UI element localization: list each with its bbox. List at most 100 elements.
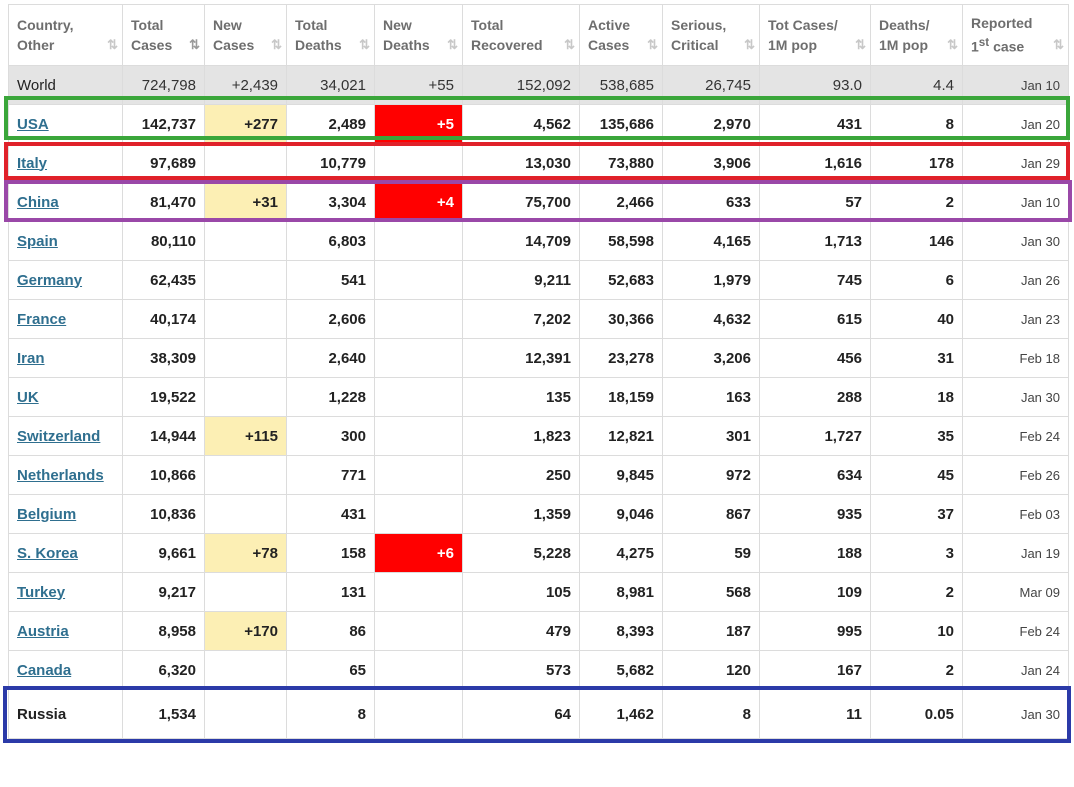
tot-cases-per-1m-cell: 288 [759,377,871,417]
country-link[interactable]: Turkey [17,584,65,601]
active-cases-cell: 58,598 [579,221,663,261]
header-new-deaths[interactable]: New Deaths ⇅ [374,4,463,66]
sort-icon[interactable]: ⇅ [447,35,458,55]
sort-desc-icon[interactable]: ⇅ [189,35,200,55]
sort-icon[interactable]: ⇅ [271,35,282,55]
country-link[interactable]: Spain [17,233,58,250]
active-cases-cell: 9,845 [579,455,663,495]
sort-icon[interactable]: ⇅ [647,35,658,55]
header-country[interactable]: Country, Other ⇅ [8,4,123,66]
reported-first-case-cell: Jan 26 [962,260,1069,300]
highlight-box-russia [3,686,1071,743]
country-link[interactable]: France [17,311,66,328]
deaths-per-1m-cell: 40 [870,299,963,339]
country-cell: Switzerland [8,416,123,456]
total-recovered-cell: 12,391 [462,338,580,378]
country-link[interactable]: Iran [17,350,45,367]
tot-cases-per-1m-cell: 1,713 [759,221,871,261]
total-recovered-cell: 14,709 [462,221,580,261]
serious-critical-cell: 301 [662,416,760,456]
total-cases-cell: 14,944 [122,416,205,456]
new-cases-cell [204,455,287,495]
table-row-switzerland: Switzerland 14,944 +115 300 1,823 12,821 301 1,… [8,416,1069,456]
header-deaths-per-1m[interactable]: Deaths/ 1M pop ⇅ [870,4,963,66]
total-deaths-cell: 300 [286,416,375,456]
new-deaths-cell [374,494,463,534]
country-link[interactable]: Netherlands [17,467,104,484]
reported-first-case-cell: Jan 30 [962,221,1069,261]
new-deaths-cell [374,260,463,300]
tot-cases-per-1m-cell: 1,727 [759,416,871,456]
total-cases-cell: 19,522 [122,377,205,417]
sort-icon[interactable]: ⇅ [855,35,866,55]
header-new-cases[interactable]: New Cases ⇅ [204,4,287,66]
tot-cases-per-1m-cell: 456 [759,338,871,378]
total-deaths-cell: 2,606 [286,299,375,339]
sort-icon[interactable]: ⇅ [107,35,118,55]
active-cases-cell: 12,821 [579,416,663,456]
table-row-canada: Canada 6,320 65 573 5,682 120 167 2 Jan 24 [8,650,1069,690]
highlight-box-italy [4,142,1070,180]
header-active-cases[interactable]: Active Cases ⇅ [579,4,663,66]
serious-critical-cell: 59 [662,533,760,573]
sort-icon[interactable]: ⇅ [744,35,755,55]
new-cases-cell [204,260,287,300]
highlight-box-china [4,180,1072,222]
header-total-deaths[interactable]: Total Deaths ⇅ [286,4,375,66]
reported-first-case-cell: Feb 03 [962,494,1069,534]
country-link[interactable]: S. Korea [17,545,78,562]
header-reported-first-case[interactable]: Reported 1st case ⇅ [962,4,1069,66]
header-row: Country, Other ⇅ Total Cases ⇅ New Cases… [8,4,1069,66]
total-cases-cell: 8,958 [122,611,205,651]
new-cases-cell [204,221,287,261]
active-cases-cell: 8,981 [579,572,663,612]
new-cases-cell [204,650,287,690]
new-cases-cell: +170 [204,611,287,651]
total-cases-cell: 9,217 [122,572,205,612]
sort-icon[interactable]: ⇅ [359,35,370,55]
deaths-per-1m-cell: 6 [870,260,963,300]
reported-first-case-cell: Feb 26 [962,455,1069,495]
header-total-recovered[interactable]: Total Recovered ⇅ [462,4,580,66]
table-row-germany: Germany 62,435 541 9,211 52,683 1,979 745 6 Jan … [8,260,1069,300]
country-link[interactable]: Germany [17,272,82,289]
country-link[interactable]: Switzerland [17,428,100,445]
country-cell: Netherlands [8,455,123,495]
total-cases-cell: 80,110 [122,221,205,261]
serious-critical-cell: 867 [662,494,760,534]
new-cases-cell: +115 [204,416,287,456]
total-deaths-cell: 131 [286,572,375,612]
new-deaths-cell [374,416,463,456]
country-link[interactable]: Canada [17,662,71,679]
country-cell: Turkey [8,572,123,612]
new-deaths-cell [374,611,463,651]
country-link[interactable]: UK [17,389,39,406]
total-deaths-cell: 2,640 [286,338,375,378]
new-cases-cell [204,494,287,534]
sort-icon[interactable]: ⇅ [1053,35,1064,55]
total-cases-cell: 40,174 [122,299,205,339]
sort-icon[interactable]: ⇅ [947,35,958,55]
header-total-cases[interactable]: Total Cases ⇅ [122,4,205,66]
total-cases-cell: 10,866 [122,455,205,495]
active-cases-cell: 5,682 [579,650,663,690]
active-cases-cell: 9,046 [579,494,663,534]
sort-icon[interactable]: ⇅ [564,35,575,55]
total-recovered-cell: 1,359 [462,494,580,534]
header-serious-critical[interactable]: Serious, Critical ⇅ [662,4,760,66]
reported-first-case-cell: Feb 24 [962,416,1069,456]
country-link[interactable]: Belgium [17,506,76,523]
serious-critical-cell: 4,165 [662,221,760,261]
serious-critical-cell: 972 [662,455,760,495]
total-recovered-cell: 1,823 [462,416,580,456]
new-deaths-cell [374,377,463,417]
total-recovered-cell: 9,211 [462,260,580,300]
active-cases-cell: 30,366 [579,299,663,339]
active-cases-cell: 8,393 [579,611,663,651]
header-tot-cases-per-1m[interactable]: Tot Cases/ 1M pop ⇅ [759,4,871,66]
deaths-per-1m-cell: 3 [870,533,963,573]
reported-first-case-cell: Jan 19 [962,533,1069,573]
table-row-austria: Austria 8,958 +170 86 479 8,393 187 995 10 Feb 24 [8,611,1069,651]
tot-cases-per-1m-cell: 935 [759,494,871,534]
country-link[interactable]: Austria [17,623,69,640]
